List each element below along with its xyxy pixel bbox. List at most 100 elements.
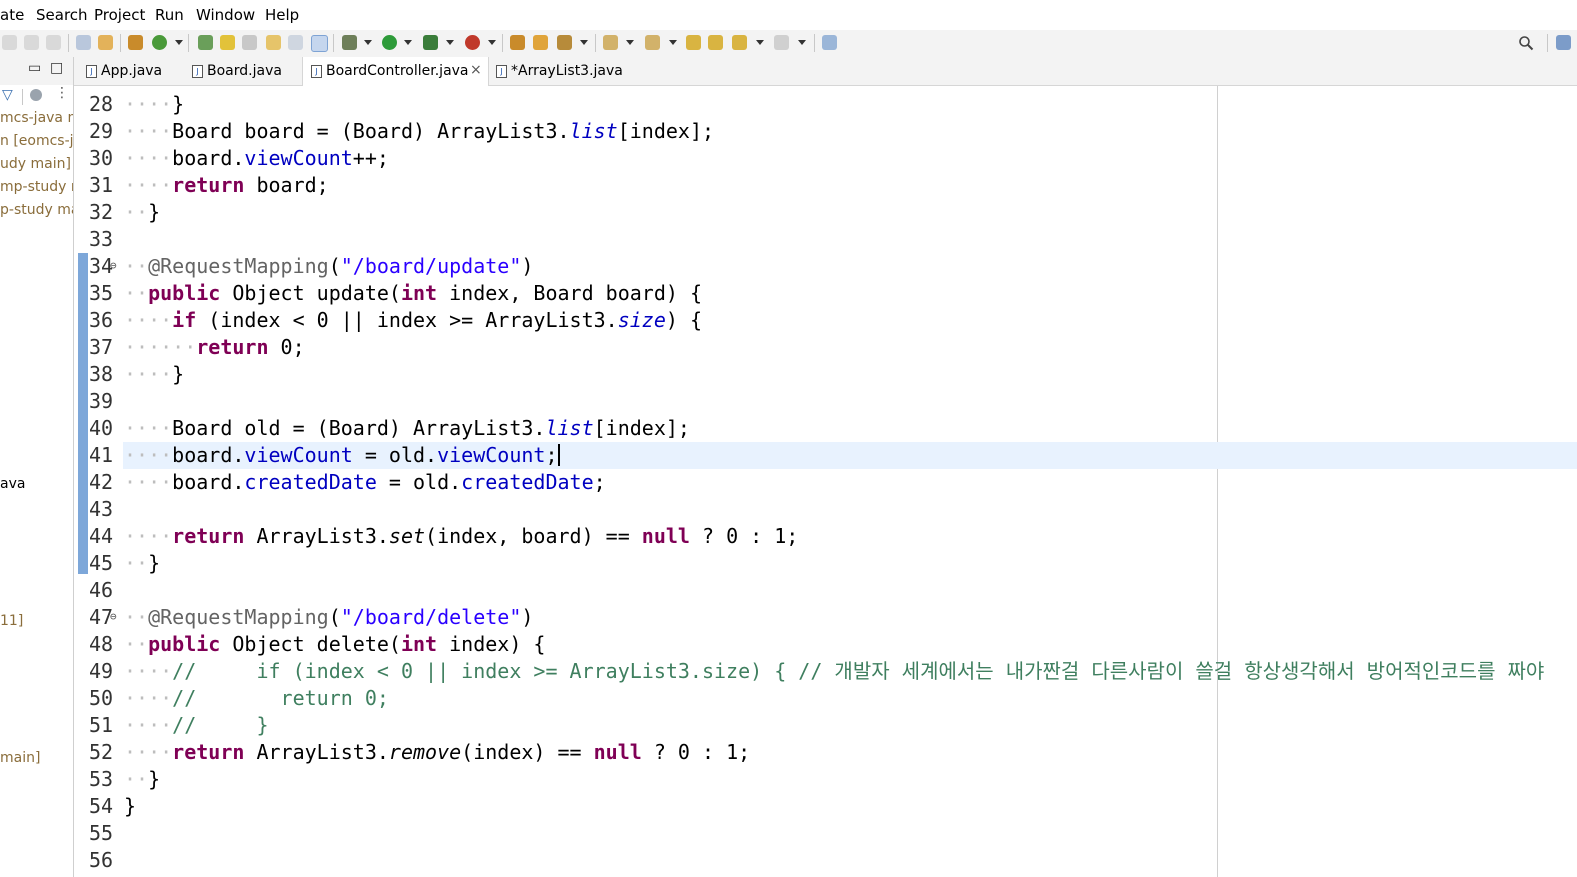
explorer-item[interactable]: 11]: [0, 613, 23, 629]
wand-icon[interactable]: [98, 35, 113, 50]
pin-editor-icon[interactable]: [822, 35, 837, 50]
package-icon[interactable]: [128, 35, 143, 50]
tab-boardcontroller-java[interactable]: J BoardController.java ×: [302, 57, 489, 86]
explorer-item[interactable]: p-study ma: [0, 202, 73, 218]
chevron-down-icon[interactable]: [488, 40, 496, 45]
debug-bug-icon[interactable]: [198, 35, 213, 50]
next-annotation-icon[interactable]: [603, 35, 618, 50]
fold-toggle-icon[interactable]: ⊖: [110, 611, 117, 623]
chevron-down-icon[interactable]: [446, 40, 454, 45]
search-icon[interactable]: [1518, 35, 1534, 51]
code-line[interactable]: 40 ····Board old = (Board) ArrayList3.lis…: [74, 415, 1577, 442]
code-line[interactable]: 35 ··public Object update(int index, Boar…: [74, 280, 1577, 307]
code-line[interactable]: 41 ····board.viewCount = old.viewCount;: [89, 442, 1577, 469]
code-line[interactable]: 44 ····return ArrayList3.set(index, board…: [74, 523, 1577, 550]
code-line[interactable]: 33: [74, 226, 1577, 253]
format-icon[interactable]: [76, 35, 91, 50]
chevron-down-icon[interactable]: [580, 40, 588, 45]
code-line[interactable]: 36 ····if (index < 0 || index >= ArrayLis…: [74, 307, 1577, 334]
line-number: 32: [89, 200, 114, 224]
tab-app-java[interactable]: J App.java: [78, 57, 178, 85]
code-line[interactable]: 54}: [74, 793, 1577, 820]
code-line[interactable]: 52 ····return ArrayList3.remove(index) ==…: [74, 739, 1577, 766]
code-line[interactable]: 47 ⊖ ··@RequestMapping("/board/delete"): [74, 604, 1577, 631]
code-line[interactable]: 56: [74, 847, 1577, 874]
code-line[interactable]: 29 ····Board board = (Board) ArrayList3.l…: [74, 118, 1577, 145]
new-class-icon[interactable]: [152, 35, 167, 50]
search-tool-icon[interactable]: [557, 35, 572, 50]
filter-icon[interactable]: ▽: [2, 87, 13, 103]
chevron-down-icon[interactable]: [626, 40, 634, 45]
link-icon[interactable]: [242, 35, 257, 50]
refresh-icon[interactable]: [46, 35, 61, 50]
code-line[interactable]: 46: [74, 577, 1577, 604]
toolbar-separator: [814, 34, 815, 52]
menu-item-window[interactable]: Window: [196, 6, 255, 24]
redo-icon[interactable]: [24, 35, 39, 50]
chevron-down-icon[interactable]: [798, 40, 806, 45]
code-line[interactable]: 51 ····// }: [74, 712, 1577, 739]
code-line[interactable]: 39: [74, 388, 1577, 415]
tab-board-java[interactable]: J Board.java: [184, 57, 299, 85]
code-line[interactable]: 53 ··}: [74, 766, 1577, 793]
code-line[interactable]: 48 ··public Object delete(int index) {: [74, 631, 1577, 658]
undo-icon[interactable]: [2, 35, 17, 50]
code-line[interactable]: 30 ····board.viewCount++;: [74, 145, 1577, 172]
debug-icon[interactable]: [342, 35, 357, 50]
view-menu-icon[interactable]: ⋮: [55, 85, 69, 101]
minimize-icon[interactable]: ▭: [28, 60, 41, 76]
chevron-down-icon[interactable]: [756, 40, 764, 45]
explorer-item[interactable]: main]: [0, 750, 40, 766]
code-line[interactable]: 34 ⊖ ··@RequestMapping("/board/update"): [74, 253, 1577, 280]
coverage-icon[interactable]: [423, 35, 438, 50]
line-number: 48: [89, 632, 114, 656]
chevron-down-icon[interactable]: [175, 40, 183, 45]
open-type-icon[interactable]: [266, 35, 281, 50]
code-line[interactable]: 31 ····return board;: [74, 172, 1577, 199]
menu-item-run[interactable]: Run: [155, 6, 184, 24]
code-line[interactable]: 49 ····// if (index < 0 || index >= Array…: [74, 658, 1577, 685]
menu-item-help[interactable]: Help: [265, 6, 299, 24]
link-editor-icon[interactable]: [30, 89, 42, 101]
code-line[interactable]: 37 ······return 0;: [74, 334, 1577, 361]
close-icon[interactable]: ×: [470, 62, 482, 78]
menu-item-project[interactable]: Project: [94, 6, 145, 24]
last-edit-icon[interactable]: [686, 35, 701, 50]
previous-annotation-icon[interactable]: [645, 35, 660, 50]
folder-icon[interactable]: [533, 35, 548, 50]
maximize-icon[interactable]: □: [50, 60, 63, 76]
tab-arraylist3-java[interactable]: J *ArrayList3.java: [488, 57, 628, 85]
back-arrow-icon[interactable]: [732, 35, 747, 50]
chevron-down-icon[interactable]: [364, 40, 372, 45]
chevron-down-icon[interactable]: [669, 40, 677, 45]
code-line[interactable]: 32 ··}: [74, 199, 1577, 226]
explorer-item[interactable]: udy main]: [0, 156, 71, 172]
code-line[interactable]: 42 ····board.createdDate = old.createdDat…: [74, 469, 1577, 496]
code-line[interactable]: 45 ··}: [74, 550, 1577, 577]
forward-edit-icon[interactable]: [708, 35, 723, 50]
chevron-down-icon[interactable]: [404, 40, 412, 45]
open-task-icon[interactable]: [288, 35, 303, 50]
menu-item-search[interactable]: Search: [36, 6, 88, 24]
explorer-item[interactable]: mp-study n: [0, 179, 73, 195]
code-editor[interactable]: 28 ····} 29 ····Board board = (Board) Array…: [74, 86, 1577, 877]
external-tools-icon[interactable]: [465, 35, 480, 50]
code-line[interactable]: 43: [74, 496, 1577, 523]
show-whitespace-icon[interactable]: [311, 35, 328, 52]
pencil-icon[interactable]: [220, 35, 235, 50]
open-folder-icon[interactable]: [510, 35, 525, 50]
fold-toggle-icon[interactable]: ⊖: [110, 260, 117, 272]
forward-arrow-icon[interactable]: [774, 35, 789, 50]
code-line[interactable]: 50 ····// return 0;: [74, 685, 1577, 712]
code-line[interactable]: 55: [74, 820, 1577, 847]
explorer-item[interactable]: n [eomcs-ja: [0, 133, 73, 149]
explorer-item[interactable]: ava: [0, 476, 25, 492]
run-icon[interactable]: [382, 35, 397, 50]
perspective-icon[interactable]: [1556, 35, 1571, 50]
code-text: ····return ArrayList3.remove(index) == n…: [124, 739, 750, 766]
explorer-item[interactable]: mcs-java ma: [0, 110, 73, 126]
menu-item-update[interactable]: ate: [0, 6, 24, 24]
code-line[interactable]: 38 ····}: [74, 361, 1577, 388]
code-line[interactable]: 28 ····}: [74, 91, 1577, 118]
token: ? 0 : 1;: [641, 740, 751, 764]
